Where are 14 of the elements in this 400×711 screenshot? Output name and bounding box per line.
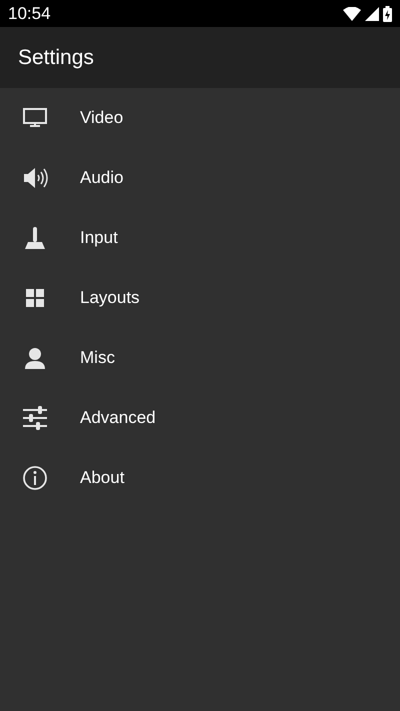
menu-item[interactable]: Input xyxy=(0,208,400,268)
menu-item[interactable]: Layouts xyxy=(0,268,400,328)
menu-item[interactable]: Misc xyxy=(0,328,400,388)
menu-item[interactable]: Audio xyxy=(0,148,400,208)
status-time: 10:54 xyxy=(8,2,51,25)
info-icon xyxy=(21,464,49,492)
battery-icon xyxy=(383,6,392,22)
signal-icon xyxy=(365,6,379,20)
app-bar-title: Settings xyxy=(18,44,94,71)
wifi-icon xyxy=(343,6,361,20)
menu-item[interactable]: Video xyxy=(0,88,400,148)
menu-item[interactable]: Advanced xyxy=(0,388,400,448)
sliders-icon xyxy=(21,404,49,432)
menu-item[interactable]: About xyxy=(0,448,400,508)
